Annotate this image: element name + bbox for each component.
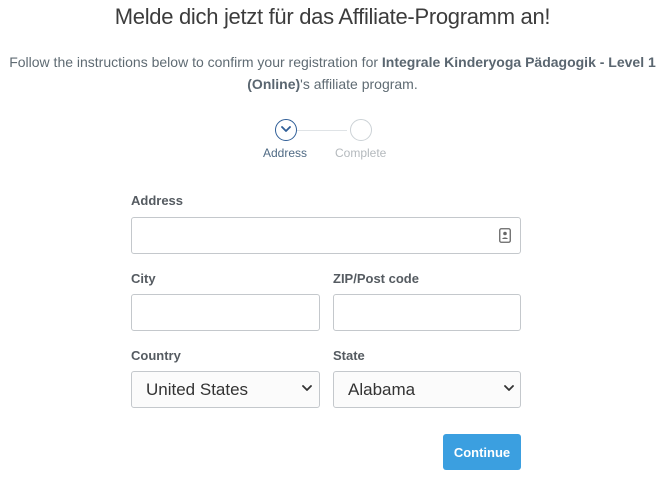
city-input[interactable] bbox=[131, 294, 320, 331]
page-title: Melde dich jetzt für das Affiliate-Progr… bbox=[114, 4, 551, 29]
intro-suffix: 's affiliate program. bbox=[300, 76, 418, 92]
step-complete-indicator bbox=[350, 119, 372, 141]
state-label: State bbox=[333, 348, 365, 363]
address-input[interactable] bbox=[131, 217, 521, 254]
intro-prefix: Follow the instructions below to confirm… bbox=[9, 54, 382, 70]
intro-text: Follow the instructions below to confirm… bbox=[0, 51, 665, 95]
zip-label: ZIP/Post code bbox=[333, 271, 419, 286]
step-complete-label: Complete bbox=[335, 146, 387, 160]
chevron-down-icon bbox=[281, 126, 291, 132]
country-select[interactable]: United States bbox=[131, 371, 320, 408]
state-select[interactable]: Alabama bbox=[333, 371, 521, 408]
address-label: Address bbox=[131, 193, 184, 208]
city-label: City bbox=[131, 271, 156, 286]
step-connector bbox=[297, 130, 347, 131]
step-address-indicator bbox=[275, 119, 297, 141]
step-address-label: Address bbox=[263, 146, 308, 160]
zip-input[interactable] bbox=[333, 294, 521, 331]
country-label: Country bbox=[131, 348, 181, 363]
continue-button[interactable]: Continue bbox=[443, 434, 521, 470]
contact-card-icon[interactable] bbox=[499, 228, 511, 243]
progress-steps: Address Complete bbox=[255, 118, 405, 162]
